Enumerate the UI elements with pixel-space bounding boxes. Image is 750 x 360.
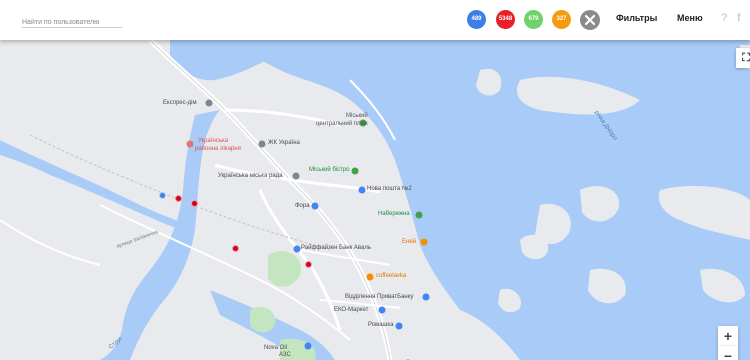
map-label-nova-oil-2: АЗС [279, 352, 291, 358]
map-label-city-council: Українська міська рада [218, 173, 283, 179]
close-icon [584, 14, 596, 26]
counter-blue-badge[interactable]: 489 [467, 10, 486, 29]
user-search-input[interactable] [22, 14, 122, 31]
clear-filters-button[interactable] [580, 10, 600, 30]
map-label-eko-market: ЕКО-Маркет [334, 307, 369, 313]
map-label-hospital-2: районна лікарня [195, 146, 241, 152]
map-label-naberezhna: Набережна [378, 211, 410, 217]
map-label-privatbank: Відділення ПриватБанку [345, 294, 414, 300]
map-label-enei: Еней [402, 239, 417, 245]
facebook-icon[interactable]: f [737, 12, 741, 24]
top-bar: 489 5348 679 327 Фильтры Меню ? f [0, 0, 750, 40]
map-view[interactable]: Експрес-дім Українська районна лікарня Ж… [0, 40, 750, 360]
zoom-out-button[interactable]: − [718, 346, 738, 360]
map-label-hospital-1: Українська [198, 138, 229, 144]
counter-green-badge[interactable]: 679 [524, 10, 543, 29]
data-marker-blue[interactable] [159, 192, 166, 199]
fullscreen-button[interactable]: ⛶ [736, 48, 750, 68]
filters-button[interactable]: Фильтры [616, 13, 657, 23]
map-label-beach-1: Міський [346, 113, 368, 119]
map-label-beach-2: центральний пляж [316, 121, 368, 127]
data-marker-red[interactable] [232, 245, 239, 252]
map-label-nova-oil-1: Nova Oil [264, 345, 288, 351]
menu-button[interactable]: Меню [677, 13, 703, 23]
map-canvas [0, 40, 750, 360]
map-label-romashka: Ромашка [368, 322, 394, 328]
map-label-coffeelavka: coffeelavka [376, 273, 407, 279]
map-label-fora: Фора [295, 203, 310, 209]
data-marker-red[interactable] [175, 195, 182, 202]
help-icon[interactable]: ? [721, 12, 728, 24]
data-marker-red[interactable] [305, 261, 312, 268]
user-search[interactable] [22, 11, 122, 31]
map-label-city-bistro: Міський бістро [309, 167, 350, 173]
counter-red-badge[interactable]: 5348 [496, 10, 515, 29]
map-label-expres-dim: Експрес-дім [163, 100, 197, 106]
map-label-raiffeisen: Райффайзен Банк Аваль [301, 245, 372, 251]
map-label-zhk: ЖК Україна [268, 140, 300, 146]
data-marker-red[interactable] [191, 200, 198, 207]
zoom-in-button[interactable]: + [718, 326, 738, 346]
counter-orange-badge[interactable]: 327 [552, 10, 571, 29]
map-label-nova-poshta: Нова пошта №2 [367, 186, 412, 192]
